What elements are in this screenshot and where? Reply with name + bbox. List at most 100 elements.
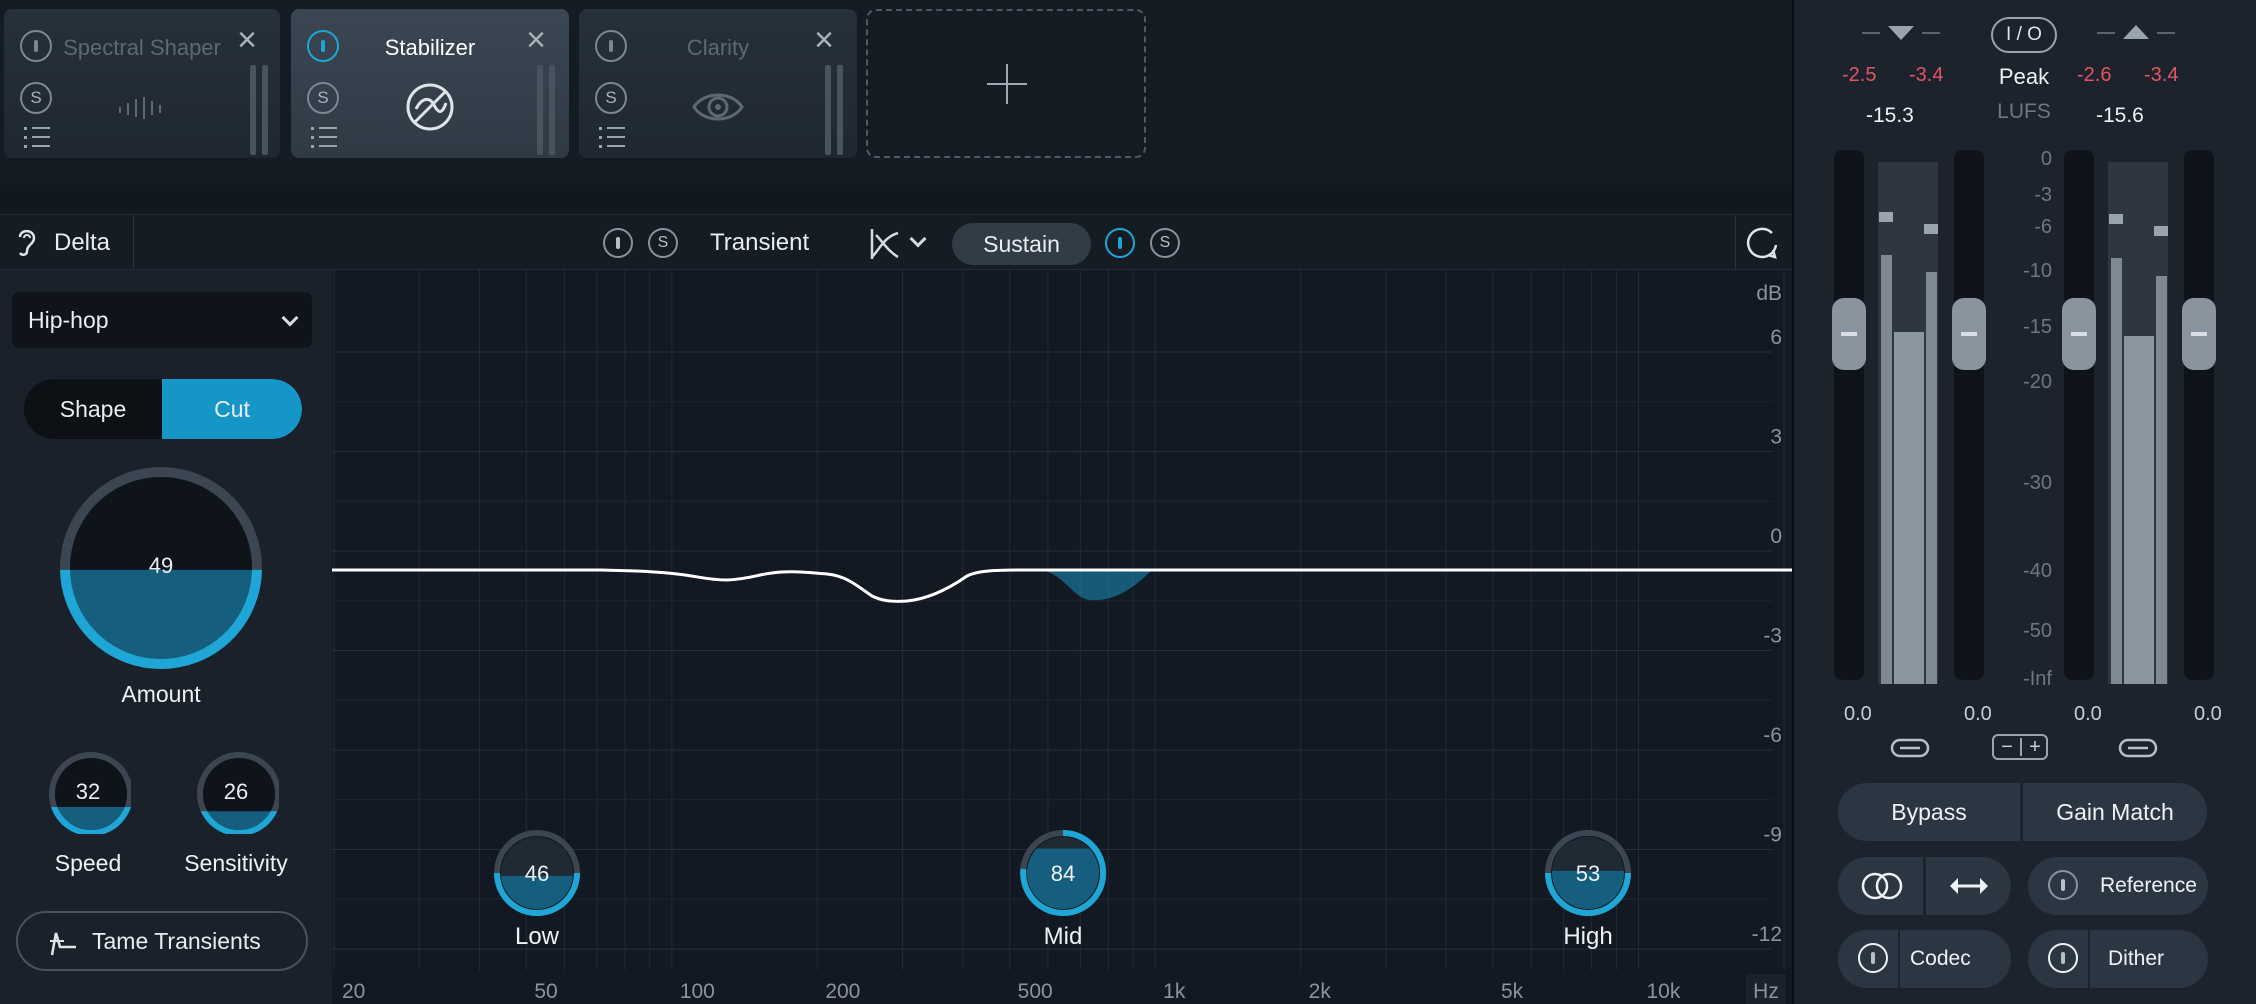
tame-transients-button[interactable]: Tame Transients [16,911,308,971]
module-clarity[interactable]: S Clarity × [579,9,857,158]
chevron-down-icon [281,309,299,327]
module-stabilizer[interactable]: S Stabilizer × [291,9,569,158]
reference-button[interactable]: Reference [2028,857,2208,915]
ear-icon [18,229,36,256]
chevron-down-icon[interactable] [909,230,927,248]
module-meter [250,65,256,155]
band-knobs: 46 Low 84 Mid 53 High [494,829,1631,950]
meter-scale-tick: -3 [2034,184,2052,206]
module-menu-icon[interactable] [24,127,50,149]
frequency-tick-label: 20 [342,980,365,1003]
io-toggle-button[interactable]: I / O [1991,17,2057,53]
output-gain-left-value: 0.0 [2074,703,2102,725]
transient-label: Transient [710,229,810,256]
output-gain-track-left [2064,150,2094,680]
module-spectral-shaper[interactable]: S Spectral Shaper × [4,9,280,158]
db-tick-label: -9 [1763,824,1782,847]
db-axis: 6 3 0 -3 -6 -9 -12 dB [1752,282,1782,946]
bypass-button[interactable]: Bypass [1838,783,2020,841]
close-icon[interactable]: × [521,23,551,57]
link-icon[interactable] [1890,736,1930,760]
codec-button[interactable]: Codec [1838,930,2011,988]
close-icon[interactable]: × [232,23,262,57]
mode-shape-button[interactable]: Shape [24,379,162,439]
close-icon[interactable]: × [809,23,839,57]
refresh-icon[interactable] [1742,223,1782,263]
sustain-solo-button[interactable]: S [1150,228,1180,258]
module-solo-button[interactable]: S [595,82,627,114]
output-meter-left [2111,258,2122,684]
link-icon[interactable] [2118,736,2158,760]
gain-offset-control[interactable]: − + [1992,734,2048,760]
frequency-tick-label: 200 [825,980,860,1003]
swap-arrows-icon [1950,878,1988,894]
band-label: Low [515,923,560,950]
triangle-up-icon [2123,25,2149,39]
gain-decrease-button[interactable]: − [1994,736,2020,758]
swap-channels-button[interactable] [1926,857,2011,915]
db-tick-label: -3 [1763,625,1782,648]
input-gain-track-right [1954,150,1984,680]
dither-power-icon [2048,943,2078,973]
reference-label: Reference [2100,874,2197,897]
band-knob-mid: 84 Mid [1020,829,1107,950]
stereo-mode-button[interactable] [1838,857,1923,915]
module-menu-icon[interactable] [311,127,337,149]
codec-label: Codec [1910,947,1971,970]
band-label: Mid [1044,923,1083,950]
io-panel: I / O -2.5 -3.4 Peak -2.6 -3.4 -15.3 LUF… [1792,0,2256,1004]
band-value: 46 [525,861,549,886]
transient-power-button[interactable] [603,228,633,258]
gain-match-button[interactable]: Gain Match [2023,783,2207,841]
gain-increase-button[interactable]: + [2022,736,2048,758]
module-meter [837,65,843,155]
add-module-button[interactable] [866,9,1146,158]
left-control-panel: Hip-hop Shape Cut 49 Amount 32 Speed 26 … [0,270,332,1004]
stabilizer-icon [406,83,454,131]
module-meter [537,65,543,155]
tame-transients-label: Tame Transients [92,928,261,954]
module-menu-icon[interactable] [599,127,625,149]
peak-label: Peak [1998,64,2050,89]
output-peak-left: -2.6 [2077,64,2112,86]
sustain-button[interactable]: Sustain [952,223,1091,265]
module-solo-button[interactable]: S [307,82,339,114]
output-gain-track-right [2184,150,2214,680]
input-meter-left [1881,255,1892,684]
sustain-power-button[interactable] [1105,228,1135,258]
amount-label: Amount [121,681,201,707]
crossover-shape-icon[interactable] [868,227,902,261]
reference-power-icon [2048,870,2078,900]
preset-dropdown[interactable]: Hip-hop [12,292,312,348]
transient-solo-button[interactable]: S [648,228,678,258]
speed-label: Speed [54,850,122,876]
frequency-graph[interactable]: 630-3-6-9-12dB 20 50 100 200 500 1k 2k 5k 10k Hz … [332,270,1792,1004]
db-tick-label: 0 [1770,525,1782,548]
db-tick-label: -6 [1763,724,1782,747]
input-rms [1894,332,1924,684]
output-lufs: -15.6 [2096,104,2144,127]
delta-button[interactable]: Delta [54,229,110,257]
divider [2157,32,2175,34]
module-solo-button[interactable]: S [20,82,52,114]
mode-toggle[interactable]: Shape Cut [24,379,302,439]
band-label: High [1563,923,1612,950]
speed-value: 32 [75,779,101,804]
mode-cut-button[interactable]: Cut [162,379,302,439]
eye-icon [692,93,744,121]
input-gain-track-left [1834,150,1864,680]
meter-scale-tick: -6 [2034,216,2052,238]
dither-button[interactable]: Dither [2028,930,2208,988]
band-value: 53 [1576,861,1600,886]
input-gain-right-value: 0.0 [1964,703,1992,725]
frequency-tick-label: 10k [1647,980,1681,1003]
output-rms [2124,336,2154,684]
divider [1735,215,1736,271]
stereo-circles-icon [1861,872,1903,900]
hz-unit-label: Hz [1753,980,1779,1003]
spectral-shaper-icon [119,97,161,119]
module-chain: S Spectral Shaper × S Stabilizer × S Cla… [0,0,1792,185]
module-meter [262,65,268,155]
meter-scale-tick: -15 [2023,316,2052,338]
db-unit-label: dB [1756,282,1782,305]
